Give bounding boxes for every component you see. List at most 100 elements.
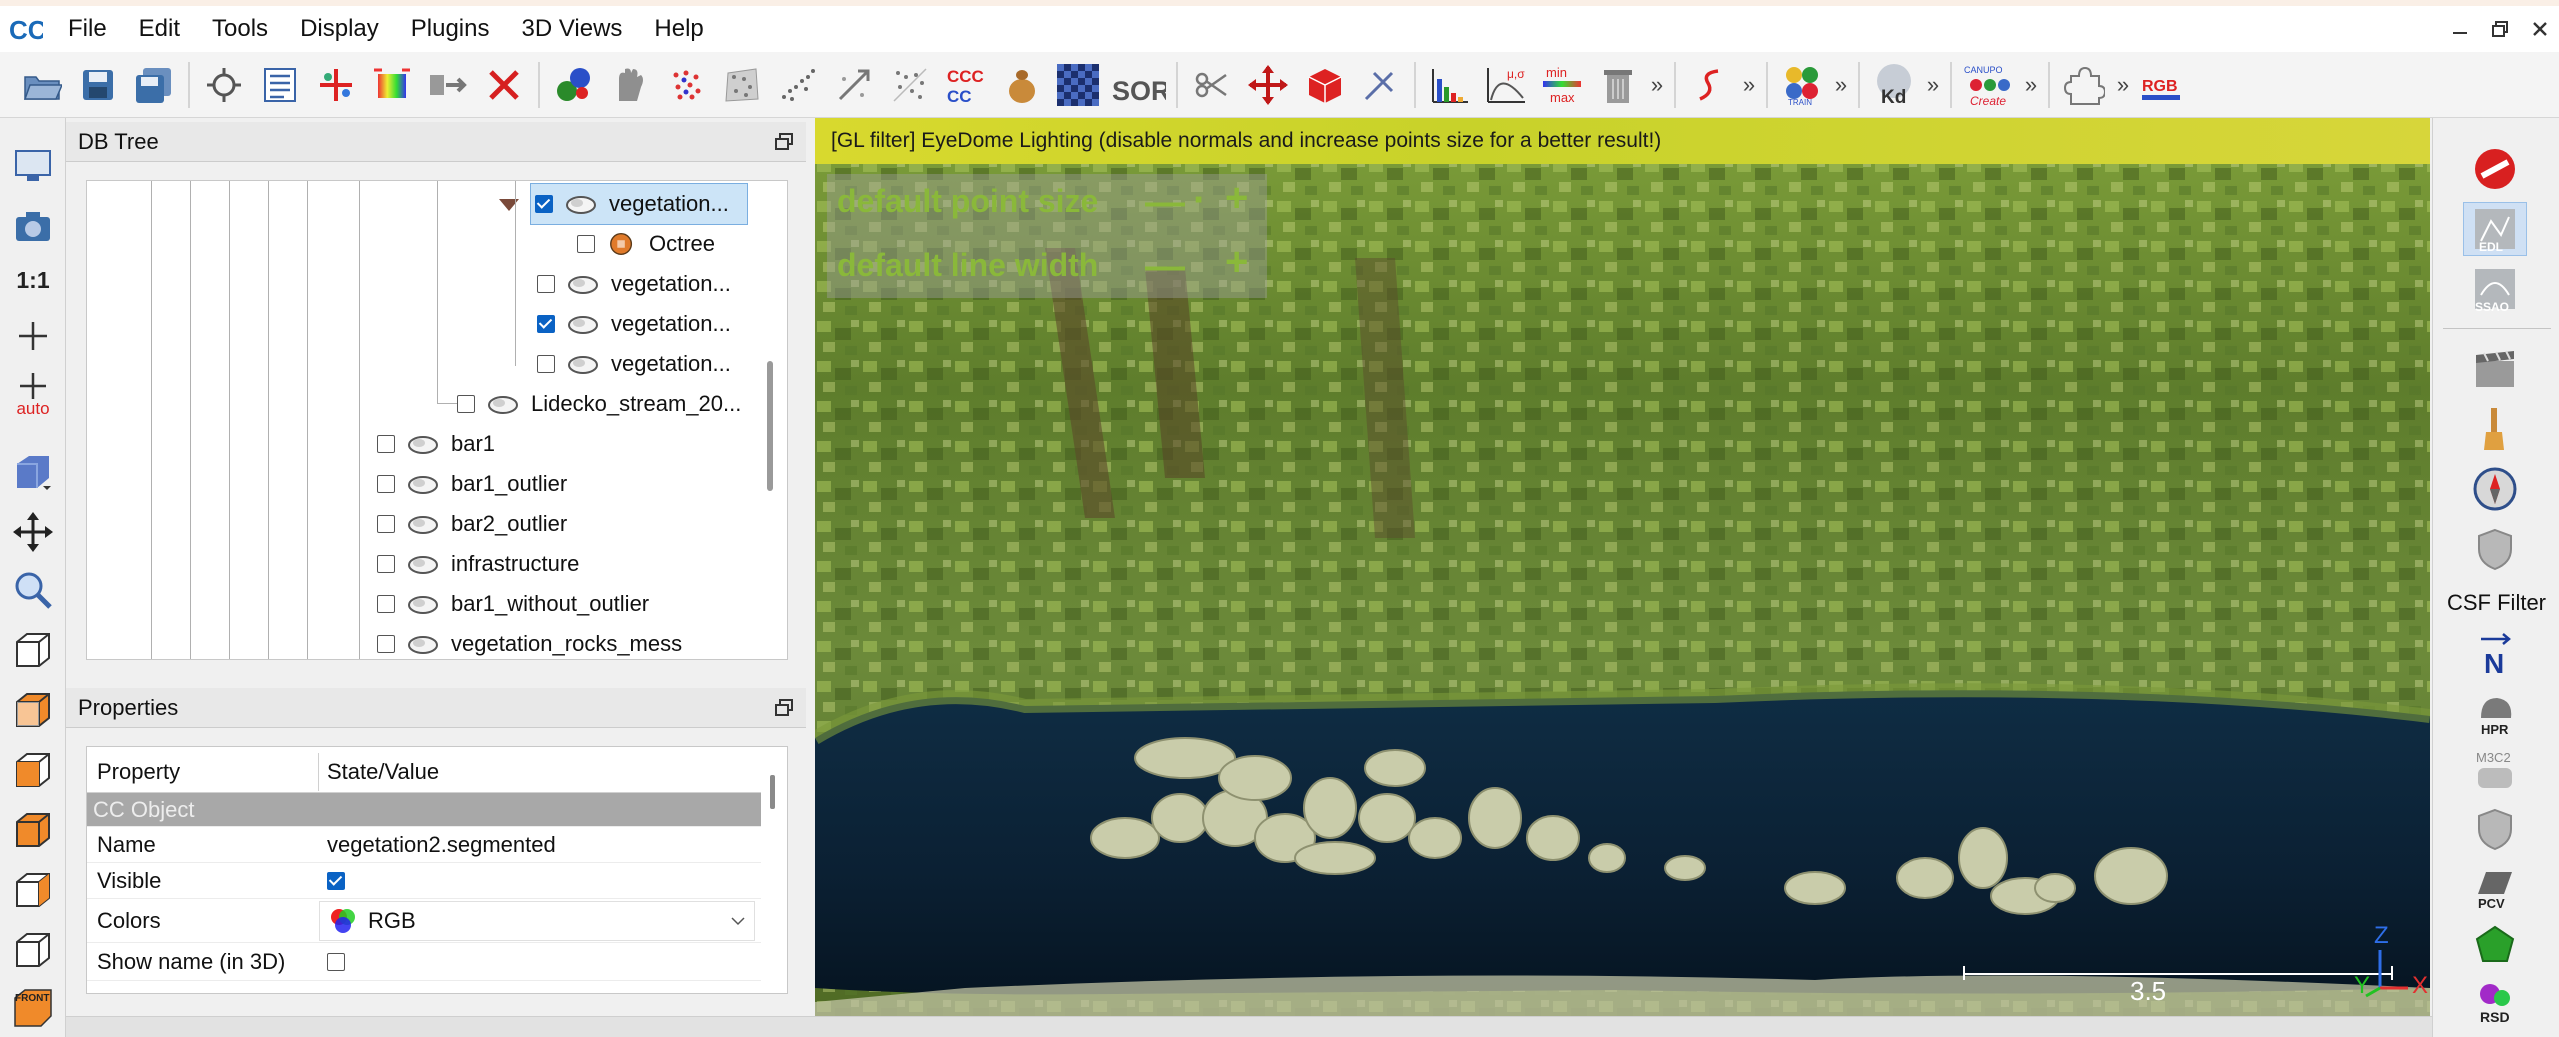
view-front-iso-icon[interactable]: FRONT [9,984,57,1034]
restore-icon[interactable] [2480,9,2520,49]
tree-item-vegetation-4[interactable]: vegetation... [537,344,731,384]
zoom-1-1-button[interactable]: 1:1 [9,256,57,304]
view-bottom-icon[interactable] [9,926,57,974]
save-all-icon[interactable] [130,59,178,111]
csf-filter-label[interactable]: CSF Filter [2433,590,2559,616]
menu-tools[interactable]: Tools [196,6,284,52]
distance-icon[interactable] [774,59,822,111]
rgb-icon[interactable]: RGB [2138,59,2186,111]
toolbar-more-icon[interactable]: » [2020,72,2042,98]
tree-checkbox[interactable] [377,475,395,493]
subsample-icon[interactable] [662,59,710,111]
colors-dropdown[interactable]: RGB [319,900,755,941]
translate-icon[interactable] [312,59,360,111]
tree-item-bar2-outlier[interactable]: bar2_outlier [377,504,567,544]
visible-checkbox[interactable] [327,871,345,890]
undock-icon[interactable] [774,698,794,718]
tree-checkbox[interactable] [377,435,395,453]
menu-edit[interactable]: Edit [123,6,196,52]
view-right-icon[interactable] [9,866,57,914]
toolbar-more-icon[interactable]: » [1646,72,1668,98]
toolbar-more-icon[interactable]: » [1922,72,1944,98]
north-icon[interactable]: N [2463,626,2527,680]
tree-item-vegetation-rocks-mess[interactable]: vegetation_rocks_mess [377,624,682,659]
tree-item-infrastructure[interactable]: infrastructure [377,544,579,584]
tree-checkbox[interactable] [535,195,553,213]
tree-item-bar1-without-outlier[interactable]: bar1_without_outlier [377,584,649,624]
toolbar-more-icon[interactable]: » [1738,72,1760,98]
animation-icon[interactable] [2463,342,2527,396]
point-size-minus-button[interactable]: — [1145,182,1185,222]
close-icon[interactable] [2520,9,2559,49]
pivot-icon[interactable] [9,312,57,360]
cloud-compare-icon[interactable]: CCC CC [942,59,990,111]
view-back-icon[interactable] [9,806,57,854]
undock-icon[interactable] [774,132,794,152]
export-icon[interactable] [424,59,472,111]
sor-icon[interactable]: SOR [1110,59,1166,111]
ssao-button[interactable]: SSAO [2463,262,2527,316]
toolbar-more-icon[interactable]: » [2112,72,2134,98]
open-icon[interactable] [18,59,66,111]
perspective-icon[interactable] [9,448,57,496]
trash-icon[interactable] [1594,59,1642,111]
point-size-plus-button[interactable]: + [1225,178,1248,218]
kd-icon[interactable]: Kd [1870,59,1918,111]
tree-checkbox[interactable] [537,355,555,373]
spline-icon[interactable] [1686,59,1734,111]
stat-icon[interactable]: μ,σ [1482,59,1530,111]
tree-checkbox[interactable] [377,555,395,573]
menu-display[interactable]: Display [284,6,395,52]
translate-rotate-icon[interactable] [9,508,57,556]
canupo-icon[interactable]: TRAIN [1778,59,1826,111]
tree-checkbox[interactable] [377,595,395,613]
tool-icon[interactable] [1356,59,1404,111]
tree-checkbox[interactable] [377,635,395,653]
tree-scrollbar[interactable] [767,361,773,491]
tree-item-bar1-outlier[interactable]: bar1_outlier [377,464,567,504]
menu-3d-views[interactable]: 3D Views [505,6,638,52]
minimize-icon[interactable] [2440,9,2480,49]
checker-icon[interactable] [1054,59,1102,111]
rsd-icon[interactable]: RSD [2463,974,2527,1028]
pcv-icon[interactable]: PCV [2463,860,2527,914]
save-icon[interactable] [74,59,122,111]
view-front-icon[interactable] [9,686,57,734]
view-top-icon[interactable] [9,626,57,674]
tree-expand-icon[interactable] [497,185,521,225]
histogram-icon[interactable] [1426,59,1474,111]
noise-icon[interactable] [718,59,766,111]
tree-checkbox[interactable] [577,235,595,253]
tree-checkbox[interactable] [377,515,395,533]
hpr-icon[interactable]: HPR [2463,686,2527,740]
zoom-icon[interactable] [9,566,57,614]
tree-item-vegetation-1[interactable]: vegetation... [530,183,748,225]
menu-help[interactable]: Help [638,6,719,52]
menu-plugins[interactable]: Plugins [395,6,506,52]
properties-list-icon[interactable] [256,59,304,111]
puzzle-icon[interactable] [2060,59,2108,111]
edl-button[interactable]: EDL [2463,202,2527,256]
tree-checkbox[interactable] [537,315,555,333]
scissors-icon[interactable] [1188,59,1236,111]
merge-icon[interactable] [550,59,598,111]
shield-icon[interactable] [2463,522,2527,576]
pentagon-icon[interactable] [2463,918,2527,972]
view-left-icon[interactable] [9,746,57,794]
cloud2cloud-icon[interactable] [886,59,934,111]
line-width-plus-button[interactable]: + [1225,242,1248,282]
camera-icon[interactable] [9,202,57,250]
brush-icon[interactable] [2463,402,2527,456]
m3c2-icon[interactable]: M3C2 [2463,744,2527,798]
shield-icon[interactable] [2463,802,2527,856]
color-icon[interactable] [368,59,416,111]
toolbar-more-icon[interactable]: » [1830,72,1852,98]
property-name-value[interactable]: vegetation2.segmented [319,832,761,858]
compass-icon[interactable] [2463,462,2527,516]
sample-icon[interactable] [606,59,654,111]
tree-item-lidecko-stream[interactable]: Lidecko_stream_20... [457,384,741,424]
delete-icon[interactable] [480,59,528,111]
compute-icon[interactable] [830,59,878,111]
fullscreen-icon[interactable] [9,142,57,190]
tree-checkbox[interactable] [537,275,555,293]
